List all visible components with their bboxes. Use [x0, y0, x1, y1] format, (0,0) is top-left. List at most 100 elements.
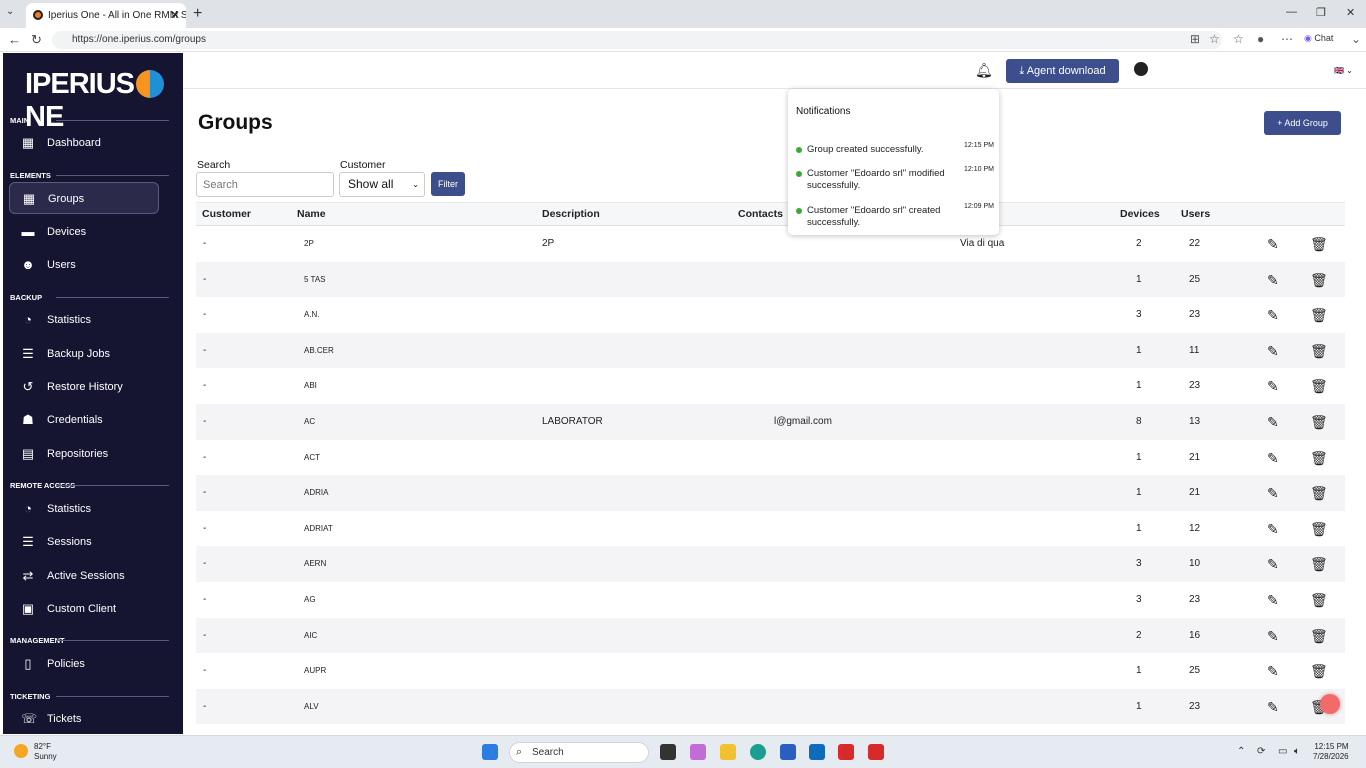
iperius-one-logo[interactable]: IPERIUSNE — [25, 68, 183, 134]
sidebar-item-tickets[interactable]: ☏ Tickets — [9, 703, 159, 734]
sidebar-item-active-sessions[interactable]: ⇄ Active Sessions — [9, 560, 159, 592]
sidebar-item-restore-history[interactable]: ↺ Restore History — [9, 371, 159, 403]
edit-icon[interactable]: ✎ — [1267, 663, 1279, 680]
close-tab-icon[interactable]: ✕ — [170, 3, 180, 28]
table-row[interactable]: - A.N. 3 23 ✎ 🗑︎ — [196, 297, 1345, 333]
delete-icon[interactable]: 🗑︎ — [1310, 378, 1328, 395]
app-icon[interactable] — [868, 744, 884, 760]
edit-icon[interactable]: ✎ — [1267, 236, 1279, 253]
edit-icon[interactable]: ✎ — [1267, 450, 1279, 467]
delete-icon[interactable]: 🗑︎ — [1310, 663, 1328, 680]
table-row[interactable]: - ADRIAT 1 12 ✎ 🗑︎ — [196, 511, 1345, 547]
table-row[interactable]: - ACT 1 21 ✎ 🗑︎ — [196, 440, 1345, 476]
more-icon[interactable]: ⋯ — [1281, 32, 1293, 46]
delete-icon[interactable]: 🗑︎ — [1310, 236, 1328, 253]
edit-icon[interactable]: ✎ — [1267, 485, 1279, 502]
system-clock[interactable]: 12:15 PM 7/28/2026 — [1313, 742, 1349, 762]
edge-icon[interactable] — [750, 744, 766, 760]
file-explorer-icon[interactable] — [720, 744, 736, 760]
sidebar-item-policies[interactable]: ▯ Policies — [9, 648, 159, 680]
table-row[interactable]: - ADRIA 1 21 ✎ 🗑︎ — [196, 475, 1345, 511]
sidebar-item-devices[interactable]: ▬ Devices — [9, 216, 159, 248]
table-row[interactable]: - ALV 1 23 ✎ 🗑︎ — [196, 688, 1345, 725]
column-description[interactable]: Description — [542, 208, 600, 220]
chevron-up-icon[interactable]: ⌃ — [1237, 746, 1245, 757]
table-row[interactable]: -2P 2P Via di qua 2 22 ✎ 🗑︎ — [196, 226, 1345, 262]
taskbar-search[interactable]: ⌕ Search — [509, 742, 649, 763]
windows-start-icon[interactable] — [482, 744, 498, 760]
delete-icon[interactable]: 🗑︎ — [1310, 272, 1328, 289]
url-field[interactable]: https://one.iperius.com/groups — [52, 31, 1222, 49]
sidebar-item-custom-client[interactable]: ▣ Custom Client — [9, 593, 159, 625]
delete-icon[interactable]: 🗑︎ — [1310, 628, 1328, 645]
language-flag-icon[interactable]: 🇬🇧︎ ⌄ — [1334, 66, 1353, 75]
store-icon[interactable] — [780, 744, 796, 760]
bell-icon[interactable]: 🔔︎ — [975, 62, 993, 79]
sidebar-item-dashboard[interactable]: ▦ Dashboard — [9, 127, 159, 159]
favorites-icon[interactable]: ☆ — [1233, 32, 1244, 46]
sidebar-item-credentials[interactable]: ☗ Credentials — [9, 404, 159, 436]
table-row[interactable]: - AUPR 1 25 ✎ 🗑︎ — [196, 653, 1345, 689]
edit-icon[interactable]: ✎ — [1267, 628, 1279, 645]
sidebar-item-users[interactable]: ☻ Users — [9, 249, 159, 281]
edit-icon[interactable]: ✎ — [1267, 521, 1279, 538]
user-account-icon[interactable] — [1134, 62, 1148, 76]
browser-tab[interactable]: Iperius One - All in One RMM Suite ✕ — [26, 3, 186, 28]
customer-select[interactable]: Show all ⌄ — [339, 172, 425, 197]
tab-list-icon[interactable]: ⌄ — [6, 6, 14, 17]
delete-icon[interactable]: 🗑︎ — [1310, 307, 1328, 324]
table-row[interactable]: - AB.CER 1 11 ✎ 🗑︎ — [196, 332, 1345, 369]
delete-icon[interactable]: 🗑︎ — [1310, 521, 1328, 538]
favorite-star-icon[interactable]: ☆ — [1209, 32, 1220, 46]
edit-icon[interactable]: ✎ — [1267, 272, 1279, 289]
table-row[interactable]: - AERN 3 10 ✎ 🗑︎ — [196, 546, 1345, 582]
column-contacts[interactable]: Contacts — [738, 208, 783, 220]
filter-button[interactable]: Filter — [431, 172, 465, 196]
column-name[interactable]: Name — [297, 208, 326, 220]
edit-icon[interactable]: ✎ — [1267, 307, 1279, 324]
floating-help-button[interactable] — [1320, 694, 1340, 714]
sidebar-item-statistics[interactable]: ◔ Statistics — [9, 493, 159, 525]
delete-icon[interactable]: 🗑︎ — [1310, 592, 1328, 609]
back-icon[interactable]: ← — [8, 32, 21, 47]
delete-icon[interactable]: 🗑︎ — [1310, 485, 1328, 502]
copilot-icon[interactable] — [690, 744, 706, 760]
reload-icon[interactable]: ↻ — [31, 32, 42, 48]
read-aloud-icon[interactable]: ⊞ — [1190, 32, 1200, 46]
close-window-icon[interactable]: ✕ — [1346, 6, 1355, 19]
task-view-icon[interactable] — [660, 744, 676, 760]
agent-download-button[interactable]: ⤓ Agent download — [1006, 59, 1119, 83]
app-icon[interactable] — [838, 744, 854, 760]
edit-icon[interactable]: ✎ — [1267, 556, 1279, 573]
sync-icon[interactable]: ⟳ — [1257, 746, 1265, 757]
edit-icon[interactable]: ✎ — [1267, 343, 1279, 360]
sidebar-item-statistics[interactable]: ◔ Statistics — [9, 304, 159, 336]
table-row[interactable]: - AG 3 23 ✎ 🗑︎ — [196, 582, 1345, 618]
minimize-icon[interactable]: — — [1286, 6, 1297, 18]
edit-icon[interactable]: ✎ — [1267, 699, 1279, 716]
edit-icon[interactable]: ✎ — [1267, 592, 1279, 609]
sidebar-item-groups[interactable]: ▦ Groups — [9, 182, 159, 214]
search-input[interactable] — [196, 172, 334, 197]
copilot-chat-button[interactable]: ◉ Chat — [1304, 33, 1333, 44]
sidebar-item-backup-jobs[interactable]: ☰ Backup Jobs — [9, 338, 159, 370]
maximize-icon[interactable]: ❐ — [1316, 6, 1326, 19]
profile-icon[interactable]: ● — [1257, 32, 1264, 46]
network-icon[interactable]: ▭ — [1278, 746, 1287, 757]
add-group-button[interactable]: + Add Group — [1264, 111, 1341, 135]
volume-icon[interactable]: 🔈︎ — [1294, 746, 1300, 757]
outlook-icon[interactable] — [809, 744, 825, 760]
column-users[interactable]: Users — [1181, 208, 1210, 220]
delete-icon[interactable]: 🗑︎ — [1310, 556, 1328, 573]
table-row[interactable]: - 5 TAS 1 25 ✎ 🗑︎ — [196, 261, 1345, 298]
edit-icon[interactable]: ✎ — [1267, 378, 1279, 395]
chevron-down-icon[interactable]: ⌄ — [1351, 32, 1361, 46]
delete-icon[interactable]: 🗑︎ — [1310, 343, 1328, 360]
table-row[interactable]: - AC LABORATOR l@gmail.com 8 13 ✎ 🗑︎ — [196, 404, 1345, 440]
sidebar-item-repositories[interactable]: ▤ Repositories — [9, 438, 159, 470]
table-row[interactable]: - AIC 2 16 ✎ 🗑︎ — [196, 617, 1345, 654]
table-row[interactable]: - ABI 1 23 ✎ 🗑︎ — [196, 368, 1345, 404]
edit-icon[interactable]: ✎ — [1267, 414, 1279, 431]
sidebar-item-sessions[interactable]: ☰ Sessions — [9, 526, 159, 558]
new-tab-icon[interactable]: + — [193, 5, 202, 23]
